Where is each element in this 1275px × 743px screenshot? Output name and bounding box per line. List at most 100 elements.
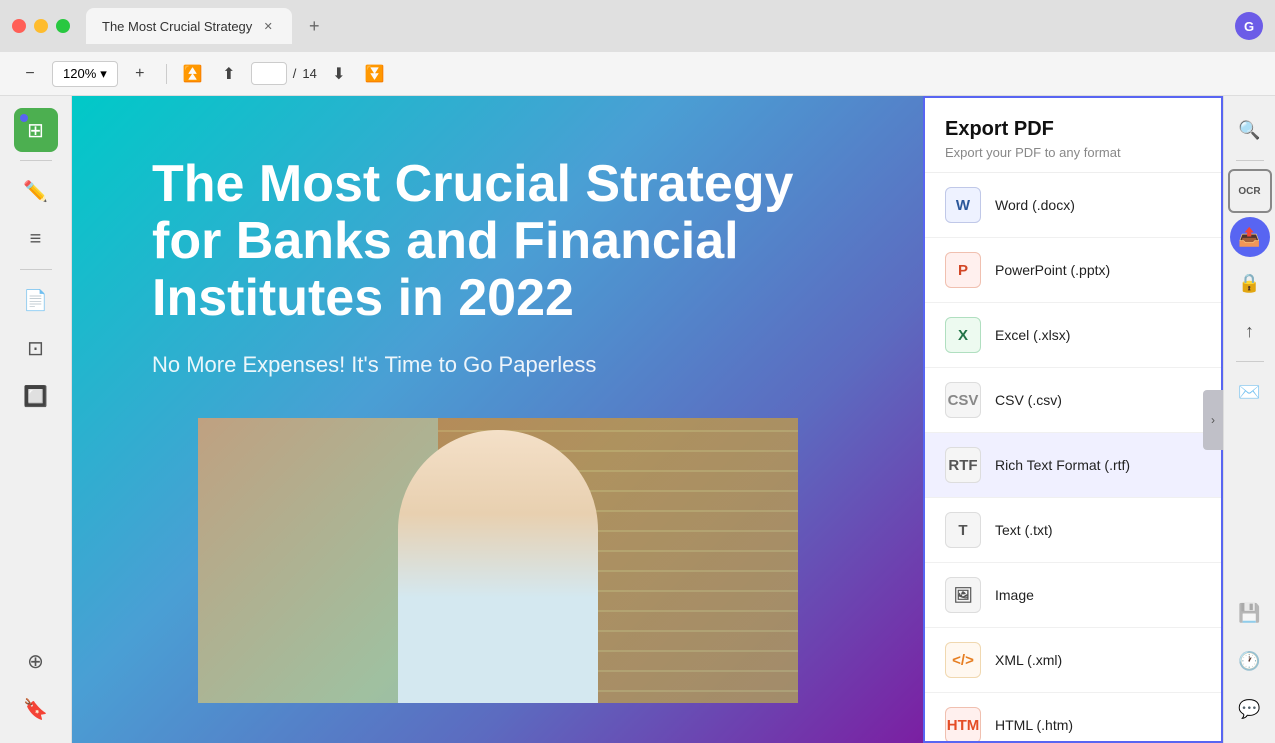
maximize-window-button[interactable] (56, 19, 70, 33)
export-item-rtf[interactable]: RTF Rich Text Format (.rtf) (925, 433, 1221, 498)
next-page-button[interactable]: ⬇ (325, 60, 353, 88)
right-sidebar-export[interactable]: 📤 (1230, 217, 1270, 257)
zoom-out-button[interactable]: − (16, 60, 44, 88)
export-item-csv[interactable]: CSV CSV (.csv) (925, 368, 1221, 433)
pdf-subtitle: No More Expenses! It's Time to Go Paperl… (152, 352, 843, 378)
export-icon-xml: </> (945, 642, 981, 678)
sidebar-item-bookmark[interactable]: 🔖 (14, 687, 58, 731)
export-item-image[interactable]: 🖼 Image (925, 563, 1221, 628)
sidebar-separator-1 (20, 160, 52, 161)
collapse-panel-button[interactable]: › (1203, 390, 1223, 450)
export-icon-image: 🖼 (945, 577, 981, 613)
zoom-in-button[interactable]: + (126, 60, 154, 88)
sidebar-item-annotate[interactable]: ✏️ (14, 169, 58, 213)
export-icon-ppt: P (945, 252, 981, 288)
ocr-icon: OCR (1238, 186, 1260, 197)
export-item-xml[interactable]: </> XML (.xml) (925, 628, 1221, 693)
right-sidebar-search[interactable]: 🔍 (1228, 108, 1272, 152)
forms-icon: 🔲 (23, 384, 48, 409)
right-sidebar-sep-1 (1236, 160, 1264, 161)
left-sidebar: ⊞ ✏️ ≡ 📄 ⊡ 🔲 ⊕ 🔖 (0, 96, 72, 743)
pdf-page: The Most Crucial Strategy for Banks and … (72, 96, 923, 743)
tab-close-button[interactable]: ✕ (260, 18, 276, 34)
sidebar-item-comments[interactable]: ≡ (14, 217, 58, 261)
export-label-word: Word (.docx) (995, 197, 1075, 213)
organize-icon: 📄 (23, 288, 48, 313)
export-label-csv: CSV (.csv) (995, 392, 1062, 408)
tab-title: The Most Crucial Strategy (102, 19, 252, 34)
pdf-image-area (152, 418, 843, 703)
title-bar: The Most Crucial Strategy ✕ + G (0, 0, 1275, 52)
export-panel: Export PDF Export your PDF to any format… (923, 96, 1223, 743)
export-label-xml: XML (.xml) (995, 652, 1062, 668)
annotate-icon: ✏️ (23, 179, 48, 204)
export-icon-csv: CSV (945, 382, 981, 418)
export-label-excel: Excel (.xlsx) (995, 327, 1070, 343)
traffic-lights (12, 19, 70, 33)
right-sidebar-ocr[interactable]: OCR (1228, 169, 1272, 213)
zoom-display[interactable]: 120% ▾ (52, 61, 118, 87)
sidebar-item-layers[interactable]: ⊕ (14, 639, 58, 683)
sidebar-item-thumbnails[interactable]: ⊞ (14, 108, 58, 152)
current-page-input[interactable]: 1 (251, 62, 287, 85)
export-title: Export PDF (945, 118, 1201, 141)
export-label-html: HTML (.htm) (995, 717, 1073, 733)
layers-icon: ⊕ (27, 649, 44, 674)
export-format-list: W Word (.docx) P PowerPoint (.pptx) X Excel (… (925, 173, 1221, 741)
first-page-button[interactable]: ⏫ (179, 60, 207, 88)
sidebar-item-organize[interactable]: 📄 (14, 278, 58, 322)
minimize-window-button[interactable] (34, 19, 48, 33)
page-separator: / (293, 66, 297, 81)
sidebar-item-forms[interactable]: 🔲 (14, 374, 58, 418)
pdf-title: The Most Crucial Strategy for Banks and … (152, 156, 843, 328)
sidebar-notification-dot (20, 114, 28, 122)
right-sidebar-protect[interactable]: 🔒 (1228, 261, 1272, 305)
export-icon-txt: T (945, 512, 981, 548)
export-item-excel[interactable]: X Excel (.xlsx) (925, 303, 1221, 368)
pdf-person-image (198, 418, 798, 703)
export-header: Export PDF Export your PDF to any format (925, 98, 1221, 173)
right-sidebar-clock[interactable]: 🕐 (1228, 639, 1272, 683)
right-sidebar-email[interactable]: ✉️ (1228, 370, 1272, 414)
export-icon-rtf: RTF (945, 447, 981, 483)
export-subtitle: Export your PDF to any format (945, 145, 1201, 160)
export-icon: 📤 (1238, 227, 1260, 248)
right-sidebar-sep-2 (1236, 361, 1264, 362)
main-area: ⊞ ✏️ ≡ 📄 ⊡ 🔲 ⊕ 🔖 The Most Crucial Str (0, 96, 1275, 743)
export-item-word[interactable]: W Word (.docx) (925, 173, 1221, 238)
export-icon-word: W (945, 187, 981, 223)
close-window-button[interactable] (12, 19, 26, 33)
export-label-rtf: Rich Text Format (.rtf) (995, 457, 1130, 473)
export-item-ppt[interactable]: P PowerPoint (.pptx) (925, 238, 1221, 303)
bookmark-icon: 🔖 (23, 697, 48, 722)
toolbar: − 120% ▾ + ⏫ ⬆ 1 / 14 ⬇ ⏬ (0, 52, 1275, 96)
export-item-txt[interactable]: TText (.txt) (925, 498, 1221, 563)
export-label-ppt: PowerPoint (.pptx) (995, 262, 1110, 278)
tab-area: The Most Crucial Strategy ✕ + (86, 8, 1235, 44)
compress-icon: ⊡ (27, 336, 44, 361)
comments-icon: ≡ (30, 228, 42, 251)
sidebar-item-compress[interactable]: ⊡ (14, 326, 58, 370)
prev-page-button[interactable]: ⬆ (215, 60, 243, 88)
zoom-level: 120% (63, 66, 96, 81)
total-pages: 14 (302, 66, 316, 81)
right-sidebar-share[interactable]: ↑ (1228, 309, 1272, 353)
export-item-html[interactable]: HTM HTML (.htm) (925, 693, 1221, 741)
right-sidebar-save[interactable]: 💾 (1228, 591, 1272, 635)
last-page-button[interactable]: ⏬ (361, 60, 389, 88)
zoom-dropdown-icon: ▾ (100, 66, 107, 82)
thumbnails-icon: ⊞ (27, 118, 44, 143)
person-figure (398, 430, 598, 703)
right-sidebar: 🔍 OCR 📤 🔒 ↑ ✉️ 💾 🕐 💬 › (1223, 96, 1275, 743)
export-icon-html: HTM (945, 707, 981, 741)
new-tab-button[interactable]: + (300, 12, 328, 40)
toolbar-divider-1 (166, 64, 167, 84)
right-sidebar-chat[interactable]: 💬 (1228, 687, 1272, 731)
avatar[interactable]: G (1235, 12, 1263, 40)
export-label-image: Image (995, 587, 1034, 603)
page-navigation: 1 / 14 (251, 62, 317, 85)
active-tab[interactable]: The Most Crucial Strategy ✕ (86, 8, 292, 44)
export-icon-excel: X (945, 317, 981, 353)
sidebar-separator-2 (20, 269, 52, 270)
pdf-content: The Most Crucial Strategy for Banks and … (72, 96, 923, 743)
